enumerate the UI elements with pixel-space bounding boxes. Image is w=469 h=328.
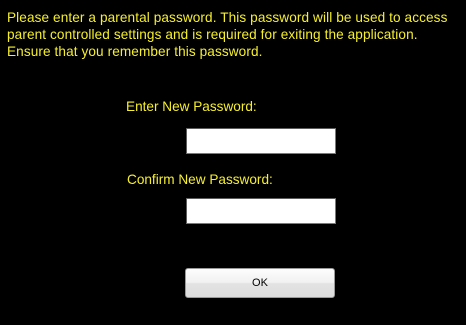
new-password-label: Enter New Password:: [126, 99, 257, 114]
confirm-password-field[interactable]: [186, 198, 336, 224]
ok-button[interactable]: OK: [185, 268, 335, 298]
confirm-password-label: Confirm New Password:: [127, 172, 273, 187]
parental-password-dialog: Please enter a parental password. This p…: [0, 0, 466, 325]
new-password-field[interactable]: [186, 128, 336, 154]
instruction-text: Please enter a parental password. This p…: [7, 10, 448, 59]
